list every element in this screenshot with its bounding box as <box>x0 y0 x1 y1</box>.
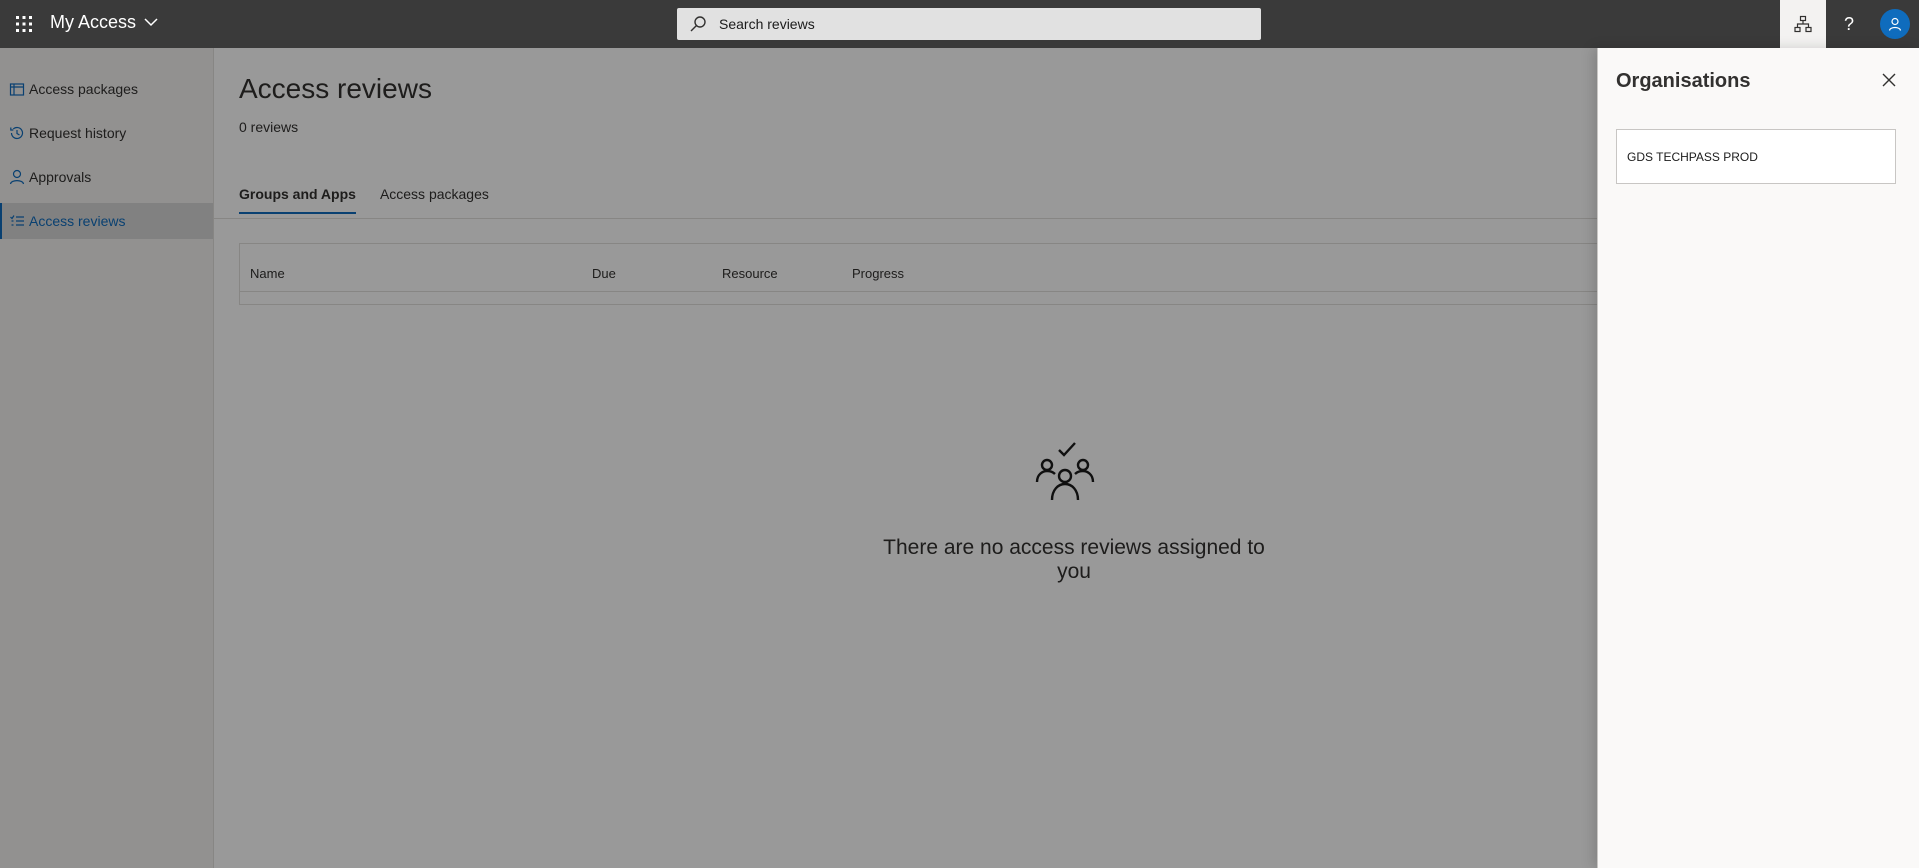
app-title: My Access <box>50 12 137 32</box>
person-icon <box>1888 17 1902 31</box>
organisation-name: GDS TECHPASS PROD <box>1627 149 1758 164</box>
search-icon <box>690 16 706 32</box>
panel-title: Organisations <box>1616 70 1751 92</box>
app-launcher-icon[interactable] <box>10 10 38 38</box>
app-title-menu[interactable]: My Access <box>50 12 158 33</box>
organisation-icon <box>1794 15 1812 33</box>
panel-overlay[interactable] <box>0 48 1597 868</box>
top-bar: My Access ? <box>0 0 1919 48</box>
close-icon <box>1882 73 1896 87</box>
close-button[interactable] <box>1877 68 1901 92</box>
avatar <box>1880 9 1910 39</box>
organisation-item[interactable]: GDS TECHPASS PROD <box>1616 129 1896 184</box>
search-box[interactable] <box>677 8 1261 40</box>
help-icon: ? <box>1843 13 1854 34</box>
organisations-panel: Organisations GDS TECHPASS PROD <box>1597 48 1919 868</box>
search-input[interactable] <box>717 15 1241 33</box>
chevron-down-icon <box>144 18 158 27</box>
organisations-button[interactable] <box>1780 0 1826 48</box>
help-button[interactable]: ? <box>1826 0 1872 48</box>
account-button[interactable] <box>1872 0 1918 48</box>
